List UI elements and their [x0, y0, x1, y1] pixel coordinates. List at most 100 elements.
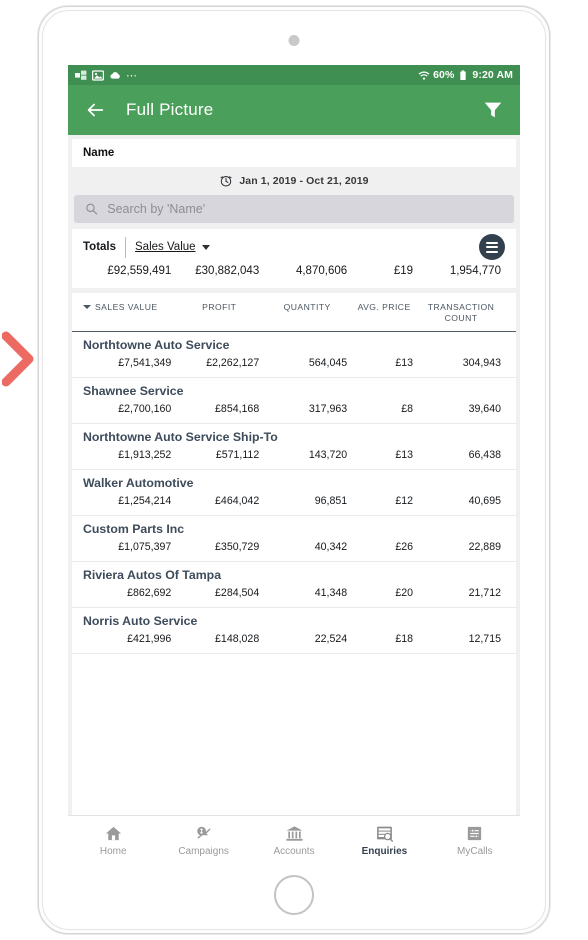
- image-icon: [92, 69, 104, 81]
- row-name: Northtowne Auto Service Ship-To: [83, 430, 278, 444]
- nav-label: Enquiries: [361, 846, 408, 857]
- clock-label: 9:20 AM: [472, 69, 513, 81]
- nav-item-accounts[interactable]: Accounts: [249, 816, 339, 865]
- totals-value: 1,954,770: [449, 265, 501, 277]
- search-bar[interactable]: [74, 195, 514, 223]
- row-cell: £13: [395, 449, 414, 461]
- column-header-quantity[interactable]: QUANTITY: [263, 302, 351, 324]
- search-input[interactable]: [107, 202, 503, 216]
- home-button[interactable]: [274, 875, 314, 915]
- row-cell: £148,028: [215, 633, 260, 645]
- nav-item-campaigns[interactable]: Campaigns: [158, 816, 248, 865]
- nav-item-home[interactable]: Home: [68, 816, 158, 865]
- row-cell: £20: [395, 587, 414, 599]
- row-cell: £1,075,397: [118, 541, 172, 553]
- totals-label: Totals: [83, 241, 117, 253]
- row-cell: 22,889: [468, 541, 501, 553]
- row-name: Norris Auto Service: [83, 614, 198, 628]
- table-column-headers: SALES VALUE PROFIT QUANTITY AVG. PRICE T…: [72, 293, 516, 332]
- table-row[interactable]: Northtowne Auto Service Ship-To £1,913,2…: [72, 424, 516, 470]
- totals-values-row: £92,559,491 £30,882,043 4,870,606 £19 1,…: [72, 265, 516, 288]
- row-cell: 40,342: [314, 541, 348, 553]
- totals-value: £92,559,491: [107, 265, 172, 277]
- nav-label: MyCalls: [457, 846, 493, 857]
- column-header-profit[interactable]: PROFIT: [175, 302, 263, 324]
- totals-value: £19: [393, 265, 414, 277]
- dimension-label: Name: [83, 147, 115, 159]
- row-cell: 12,715: [468, 633, 501, 645]
- bottom-navigation: Home Campaigns Accounts Enquiries MyCall…: [68, 815, 520, 865]
- row-values: £1,075,397 £350,729 40,342 £26 22,889: [72, 539, 516, 561]
- column-header-label: TRANSACTION COUNT: [427, 302, 495, 323]
- battery-icon: [460, 69, 467, 80]
- column-header-label: AVG. PRICE: [357, 302, 411, 312]
- row-cell: £7,541,349: [118, 357, 172, 369]
- status-overflow-icon: ⋯: [126, 69, 138, 82]
- row-name: Custom Parts Inc: [83, 522, 185, 536]
- row-values: £421,996 £148,028 22,524 £18 12,715: [72, 631, 516, 653]
- nav-item-mycalls[interactable]: MyCalls: [430, 816, 520, 865]
- column-header-avg-price[interactable]: AVG. PRICE: [351, 302, 417, 324]
- battery-percent-label: 60%: [433, 69, 455, 81]
- results-list: Northtowne Auto Service £7,541,349 £2,26…: [72, 332, 516, 815]
- table-row[interactable]: Walker Automotive £1,254,214 £464,042 96…: [72, 470, 516, 516]
- row-cell: £854,168: [215, 403, 260, 415]
- column-header-label: QUANTITY: [283, 302, 331, 312]
- metric-selector-label: Sales Value: [135, 241, 196, 253]
- row-values: £1,913,252 £571,112 143,720 £13 66,438: [72, 447, 516, 469]
- row-name: Shawnee Service: [83, 384, 184, 398]
- row-values: £1,254,214 £464,042 96,851 £12 40,695: [72, 493, 516, 515]
- tablet-device-frame: ⋯ 60% 9:20 AM Full Picture Name Jan 1, 2…: [38, 6, 550, 934]
- status-bar-system-icons: 60% 9:20 AM: [418, 69, 513, 81]
- date-range-selector[interactable]: Jan 1, 2019 - Oct 21, 2019: [72, 167, 516, 195]
- enquiries-search-icon: [377, 826, 393, 842]
- row-values: £7,541,349 £2,262,127 564,045 £13 304,94…: [72, 355, 516, 377]
- search-icon: [86, 203, 98, 215]
- row-cell: £2,262,127: [206, 357, 260, 369]
- nav-label: Home: [99, 846, 127, 857]
- table-row[interactable]: Riviera Autos Of Tampa £862,692 £284,504…: [72, 562, 516, 608]
- wifi-icon: [418, 71, 430, 80]
- row-cell: 66,438: [468, 449, 501, 461]
- column-header-transaction-count[interactable]: TRANSACTION COUNT: [417, 302, 505, 324]
- totals-value: £30,882,043: [195, 265, 260, 277]
- page-title: Full Picture: [126, 100, 214, 119]
- metric-selector[interactable]: Sales Value: [135, 241, 210, 253]
- row-cell: £26: [395, 541, 414, 553]
- row-cell: £2,700,160: [118, 403, 172, 415]
- row-name: Walker Automotive: [83, 476, 194, 490]
- column-header-label: SALES VALUE: [95, 302, 158, 312]
- column-header-sales-value[interactable]: SALES VALUE: [83, 302, 175, 324]
- totals-header: Totals Sales Value: [72, 229, 516, 265]
- back-arrow-icon[interactable]: [84, 99, 106, 121]
- bank-icon: [285, 826, 303, 841]
- app-bar: Full Picture: [68, 85, 520, 135]
- table-row[interactable]: Norris Auto Service £421,996 £148,028 22…: [72, 608, 516, 654]
- column-header-label: PROFIT: [202, 302, 237, 312]
- screenshot-root: ⋯ 60% 9:20 AM Full Picture Name Jan 1, 2…: [0, 0, 588, 940]
- dimension-name-bar[interactable]: Name: [72, 139, 516, 167]
- hamburger-menu-icon[interactable]: [479, 234, 505, 260]
- row-cell: 143,720: [308, 449, 348, 461]
- row-cell: 304,943: [462, 357, 501, 369]
- clock-icon: [220, 176, 232, 187]
- filter-icon[interactable]: [482, 99, 504, 121]
- row-cell: 96,851: [314, 495, 348, 507]
- cloud-icon: [110, 71, 120, 79]
- row-cell: 564,045: [308, 357, 348, 369]
- row-cell: £571,112: [215, 449, 260, 461]
- sync-icon: [75, 70, 87, 80]
- table-row[interactable]: Northtowne Auto Service £7,541,349 £2,26…: [72, 332, 516, 378]
- row-cell: 40,695: [468, 495, 501, 507]
- table-row[interactable]: Shawnee Service £2,700,160 £854,168 317,…: [72, 378, 516, 424]
- table-row[interactable]: Custom Parts Inc £1,075,397 £350,729 40,…: [72, 516, 516, 562]
- row-cell: £421,996: [127, 633, 172, 645]
- row-cell: 22,524: [314, 633, 348, 645]
- row-name: Northtowne Auto Service: [83, 338, 230, 352]
- nav-item-enquiries[interactable]: Enquiries: [339, 816, 429, 865]
- row-cell: 317,963: [308, 403, 348, 415]
- status-bar-notification-icons: ⋯: [75, 69, 138, 82]
- sort-descending-icon: [83, 305, 91, 309]
- row-cell: £284,504: [215, 587, 260, 599]
- row-cell: £12: [395, 495, 414, 507]
